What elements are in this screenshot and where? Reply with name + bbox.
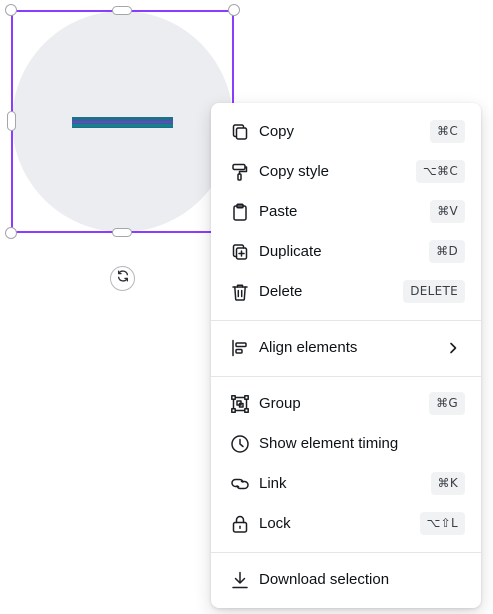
menu-item-duplicate[interactable]: Duplicate ⌘D	[219, 234, 473, 270]
menu-item-label: Show element timing	[259, 435, 399, 452]
menu-item-download-selection[interactable]: Download selection	[219, 562, 473, 598]
menu-item-show-element-timing[interactable]: Show element timing	[219, 426, 473, 462]
menu-item-link[interactable]: Link ⌘K	[219, 466, 473, 502]
paint-roller-icon	[230, 162, 250, 182]
link-icon	[230, 474, 250, 494]
resize-handle-top-right[interactable]	[228, 4, 240, 16]
shortcut-badge: ⌘K	[430, 472, 465, 495]
copy-icon	[230, 122, 250, 142]
menu-divider	[211, 552, 481, 553]
selected-element[interactable]	[5, 4, 240, 239]
shortcut-badge: ⌘C	[430, 120, 465, 143]
menu-item-label: Paste	[259, 203, 298, 220]
shortcut-badge: ⌥⌘C	[415, 160, 465, 183]
menu-item-label: Copy style	[259, 163, 330, 180]
lock-icon	[230, 514, 250, 534]
menu-item-label: Lock	[259, 515, 291, 532]
clock-icon	[230, 434, 250, 454]
resize-handle-bottom-left[interactable]	[5, 227, 17, 239]
menu-divider	[211, 376, 481, 377]
menu-item-label: Link	[259, 475, 287, 492]
resize-handle-left[interactable]	[7, 111, 16, 131]
menu-item-label: Duplicate	[259, 243, 322, 260]
menu-item-lock[interactable]: Lock ⌥⇧L	[219, 506, 473, 542]
resize-handle-top-left[interactable]	[5, 4, 17, 16]
resize-handle-top[interactable]	[112, 6, 132, 15]
menu-item-label: Align elements	[259, 339, 358, 356]
selection-frame	[11, 10, 234, 233]
shortcut-badge: ⌘V	[430, 200, 465, 223]
shortcut-badge: ⌘D	[429, 240, 465, 263]
menu-item-paste[interactable]: Paste ⌘V	[219, 194, 473, 230]
menu-item-label: Delete	[259, 283, 303, 300]
menu-item-label: Group	[259, 395, 301, 412]
menu-item-label: Copy	[259, 123, 295, 140]
trash-icon	[230, 282, 250, 302]
shortcut-badge: ⌘G	[429, 392, 465, 415]
rotate-icon	[116, 269, 130, 288]
shortcut-badge: ⌥⇧L	[419, 512, 465, 535]
download-icon	[230, 570, 250, 590]
menu-item-label: Download selection	[259, 571, 390, 588]
resize-handle-bottom[interactable]	[112, 228, 132, 237]
menu-item-group[interactable]: Group ⌘G	[219, 386, 473, 422]
context-menu: Copy ⌘C Copy style ⌥⌘C Paste ⌘V Duplicat…	[211, 103, 481, 608]
clipboard-icon	[230, 202, 250, 222]
menu-item-delete[interactable]: Delete DELETE	[219, 274, 473, 310]
menu-item-align-elements[interactable]: Align elements	[219, 330, 473, 366]
chevron-right-icon	[445, 340, 461, 356]
align-icon	[230, 338, 250, 358]
menu-divider	[211, 320, 481, 321]
menu-item-copy[interactable]: Copy ⌘C	[219, 114, 473, 150]
shortcut-badge: DELETE	[403, 280, 465, 303]
duplicate-icon	[230, 242, 250, 262]
group-icon	[230, 394, 250, 414]
menu-item-copy-style[interactable]: Copy style ⌥⌘C	[219, 154, 473, 190]
rotate-button[interactable]	[110, 266, 135, 291]
